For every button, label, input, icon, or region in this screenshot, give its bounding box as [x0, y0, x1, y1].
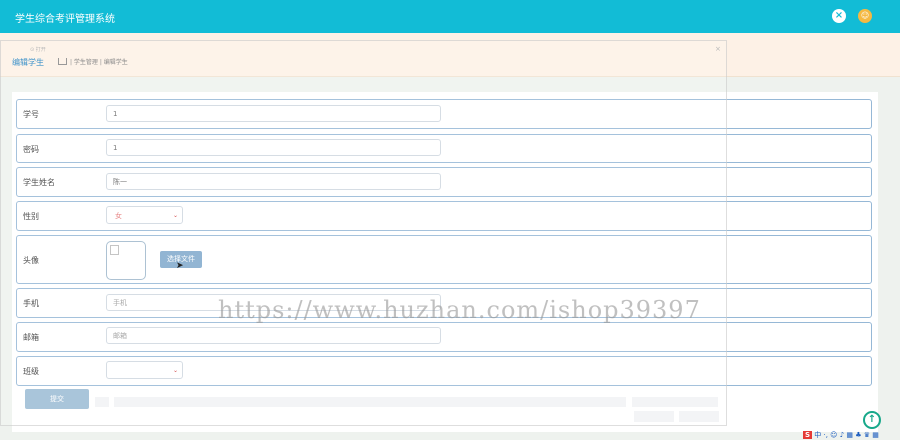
ghost-block: [634, 411, 674, 422]
student-id-input[interactable]: 1: [106, 105, 441, 122]
field-label: 手机: [23, 299, 39, 308]
form-row-avatar: 头像 选择文件: [16, 235, 872, 284]
chevron-down-icon: ⌄: [172, 212, 178, 219]
dialog-caption: ⊙ 打开: [30, 47, 46, 53]
student-name-input[interactable]: 陈一: [106, 173, 441, 190]
gender-select[interactable]: 女 ⌄: [106, 206, 183, 224]
ghost-block: [114, 397, 626, 407]
form-row-class: 班级 ⌄: [16, 356, 872, 386]
field-label: 学号: [23, 110, 39, 119]
watermark: https://www.huzhan.com/ishop39397: [218, 296, 701, 324]
dialog-close-icon[interactable]: ×: [715, 45, 721, 53]
chevron-down-icon: ⌄: [172, 367, 178, 374]
field-label: 班级: [23, 367, 39, 376]
form-row-student-id: 学号 1: [16, 99, 872, 129]
ghost-block: [632, 397, 718, 407]
class-select[interactable]: ⌄: [106, 361, 183, 379]
avatar-preview: [106, 241, 146, 280]
password-input[interactable]: 1: [106, 139, 441, 156]
back-to-top-icon[interactable]: ↑: [863, 411, 881, 429]
field-label: 性别: [23, 212, 39, 221]
gender-selected: 女: [115, 212, 122, 220]
breadcrumb-path[interactable]: | 学生管理 | 编辑学生: [70, 59, 128, 66]
breadcrumb-bar: [0, 33, 900, 77]
email-input[interactable]: 邮箱: [106, 327, 441, 344]
app-title: 学生综合考评管理系统: [15, 14, 115, 25]
close-icon[interactable]: ×: [832, 9, 846, 23]
ime-status: 中 ·, ☺ ♪ ▦ ♣ ♛ ▦: [814, 431, 879, 439]
field-label: 头像: [23, 256, 39, 265]
form-row-student-name: 学生姓名 陈一: [16, 167, 872, 197]
field-label: 邮箱: [23, 333, 39, 342]
page-title: 编辑学生: [12, 58, 44, 67]
ghost-block: [95, 397, 109, 407]
ime-logo-icon: S: [803, 431, 813, 439]
submit-button[interactable]: 提交: [25, 389, 89, 409]
form-row-password: 密码 1: [16, 134, 872, 163]
broken-image-icon: [110, 245, 119, 255]
form-row-email: 邮箱 邮箱: [16, 322, 872, 352]
field-label: 密码: [23, 145, 39, 154]
breadcrumb: | 学生管理 | 编辑学生: [58, 57, 128, 66]
field-label: 学生姓名: [23, 178, 55, 187]
ghost-block: [679, 411, 719, 422]
mouse-cursor-icon: ➤: [176, 261, 184, 271]
user-avatar-icon[interactable]: ☺: [858, 9, 872, 23]
top-header: 学生综合考评管理系统 × ☺: [0, 0, 900, 33]
form-row-gender: 性别 女 ⌄: [16, 201, 872, 231]
home-icon[interactable]: [58, 58, 67, 65]
